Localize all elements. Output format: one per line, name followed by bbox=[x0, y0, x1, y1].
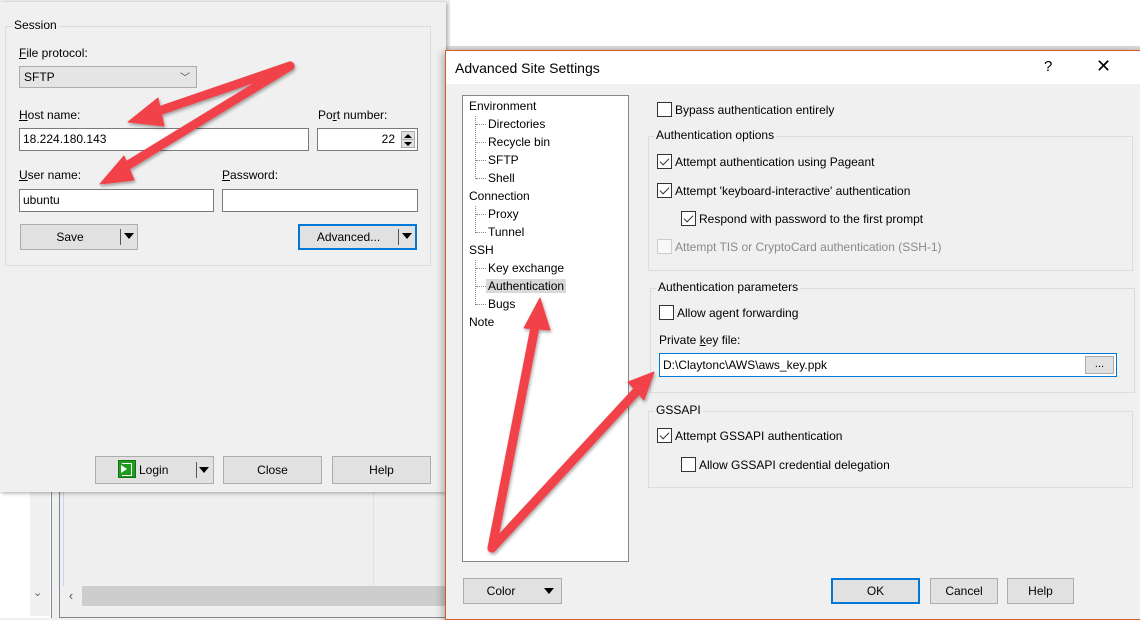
tree-item-proxy[interactable]: Proxy bbox=[488, 207, 519, 221]
tree-item-note[interactable]: Note bbox=[469, 315, 494, 329]
login-dropdown-arrow-icon[interactable] bbox=[199, 467, 209, 473]
private-key-file-label: Private key file: bbox=[659, 333, 741, 347]
private-key-file-value: D:\Claytonc\AWS\aws_key.ppk bbox=[663, 358, 828, 372]
browse-button[interactable]: ... bbox=[1085, 356, 1114, 374]
tree-item-tunnel[interactable]: Tunnel bbox=[488, 225, 524, 239]
advanced-dropdown-arrow-icon[interactable] bbox=[402, 233, 412, 239]
help-icon[interactable]: ? bbox=[1044, 58, 1052, 75]
user-name-label: User name: bbox=[19, 168, 82, 182]
title-bar[interactable]: Advanced Site Settings ? ✕ bbox=[446, 51, 1140, 84]
save-dropdown-arrow-icon[interactable] bbox=[124, 233, 134, 239]
tree-item-ssh[interactable]: SSH bbox=[469, 243, 494, 257]
bypass-authentication-checkbox[interactable]: Bypass authentication entirely bbox=[657, 102, 834, 117]
login-button[interactable]: Login bbox=[95, 456, 214, 484]
settings-tree: Environment Directories Recycle bin SFTP… bbox=[462, 95, 629, 562]
file-protocol-label: File protocol: bbox=[19, 46, 88, 60]
help-button[interactable]: Help bbox=[332, 456, 431, 484]
tree-item-recycle-bin[interactable]: Recycle bin bbox=[488, 135, 550, 149]
respond-password-checkbox[interactable]: Respond with password to the first promp… bbox=[681, 211, 923, 226]
column-divider bbox=[63, 490, 64, 586]
save-button-label: Save bbox=[56, 230, 84, 244]
session-group-title: Session bbox=[12, 18, 59, 32]
file-protocol-value: SFTP bbox=[24, 70, 55, 84]
checkbox-icon[interactable] bbox=[681, 457, 696, 472]
checkbox-checked-icon[interactable] bbox=[657, 154, 672, 169]
checkbox-icon[interactable] bbox=[657, 102, 672, 117]
private-key-file-input[interactable]: D:\Claytonc\AWS\aws_key.ppk ... bbox=[659, 353, 1117, 377]
advanced-site-settings-dialog: Advanced Site Settings ? ✕ Environment D… bbox=[445, 50, 1140, 620]
port-number-value: 22 bbox=[381, 132, 395, 146]
checkbox-icon bbox=[657, 239, 672, 254]
port-number-label: Port number: bbox=[318, 108, 388, 122]
gssapi-title: GSSAPI bbox=[654, 403, 703, 417]
login-button-label: Login bbox=[139, 463, 169, 477]
port-spinner[interactable] bbox=[401, 131, 415, 148]
login-dialog: Session File protocol: SFTP ﹀ Host name:… bbox=[0, 2, 446, 492]
pageant-checkbox[interactable]: Attempt authentication using Pageant bbox=[657, 154, 874, 169]
file-protocol-select[interactable]: SFTP ﹀ bbox=[19, 66, 197, 88]
close-icon[interactable]: ✕ bbox=[1096, 56, 1111, 77]
checkbox-icon[interactable] bbox=[659, 305, 674, 320]
gssapi-attempt-checkbox[interactable]: Attempt GSSAPI authentication bbox=[657, 428, 842, 443]
checkbox-checked-icon[interactable] bbox=[657, 183, 672, 198]
tree-item-connection[interactable]: Connection bbox=[469, 189, 530, 203]
tree-item-bugs[interactable]: Bugs bbox=[488, 297, 515, 311]
password-input[interactable] bbox=[222, 189, 418, 212]
color-dropdown-arrow-icon[interactable] bbox=[544, 588, 554, 594]
horizontal-scrollbar[interactable]: ‹ bbox=[60, 586, 460, 606]
cancel-button[interactable]: Cancel bbox=[930, 578, 998, 604]
port-number-input[interactable]: 22 bbox=[317, 128, 418, 151]
tree-item-shell[interactable]: Shell bbox=[488, 171, 515, 185]
user-name-input[interactable]: ubuntu bbox=[19, 189, 214, 212]
save-button[interactable]: Save bbox=[20, 224, 138, 250]
adv-help-button[interactable]: Help bbox=[1007, 578, 1074, 604]
column-divider bbox=[373, 490, 374, 586]
advanced-button[interactable]: Advanced... bbox=[298, 224, 417, 250]
keyboard-interactive-checkbox[interactable]: Attempt 'keyboard-interactive' authentic… bbox=[657, 183, 910, 198]
spin-down-icon[interactable] bbox=[404, 142, 412, 146]
password-label: Password: bbox=[222, 168, 279, 182]
dialog-title: Advanced Site Settings bbox=[455, 60, 600, 76]
authentication-parameters-title: Authentication parameters bbox=[656, 280, 801, 294]
tree-item-environment[interactable]: Environment bbox=[469, 99, 536, 113]
scroll-down-icon[interactable]: ⌄ bbox=[33, 586, 42, 599]
tis-cryptocard-checkbox: Attempt TIS or CryptoCard authentication… bbox=[657, 239, 942, 254]
agent-forwarding-checkbox[interactable]: Allow agent forwarding bbox=[659, 305, 798, 320]
tree-item-key-exchange[interactable]: Key exchange bbox=[488, 261, 564, 275]
gssapi-group: GSSAPI bbox=[648, 403, 1133, 488]
login-icon bbox=[118, 460, 136, 478]
tree-item-directories[interactable]: Directories bbox=[488, 117, 545, 131]
gssapi-delegation-checkbox[interactable]: Allow GSSAPI credential delegation bbox=[681, 457, 890, 472]
tree-item-sftp[interactable]: SFTP bbox=[488, 153, 519, 167]
tree-item-authentication[interactable]: Authentication bbox=[486, 279, 567, 293]
color-button-label: Color bbox=[486, 584, 516, 598]
advanced-button-label: Advanced... bbox=[316, 230, 381, 244]
ok-button[interactable]: OK bbox=[831, 578, 920, 604]
checkbox-checked-icon[interactable] bbox=[681, 211, 696, 226]
scroll-left-icon[interactable]: ‹ bbox=[60, 586, 82, 606]
host-name-input[interactable]: 18.224.180.143 bbox=[19, 128, 309, 151]
chevron-down-icon: ﹀ bbox=[180, 73, 190, 84]
authentication-options-title: Authentication options bbox=[654, 128, 777, 142]
close-button[interactable]: Close bbox=[223, 456, 322, 484]
checkbox-checked-icon[interactable] bbox=[657, 428, 672, 443]
host-name-label: Host name: bbox=[19, 108, 81, 122]
color-button[interactable]: Color bbox=[463, 578, 562, 604]
spin-up-icon[interactable] bbox=[404, 134, 412, 138]
